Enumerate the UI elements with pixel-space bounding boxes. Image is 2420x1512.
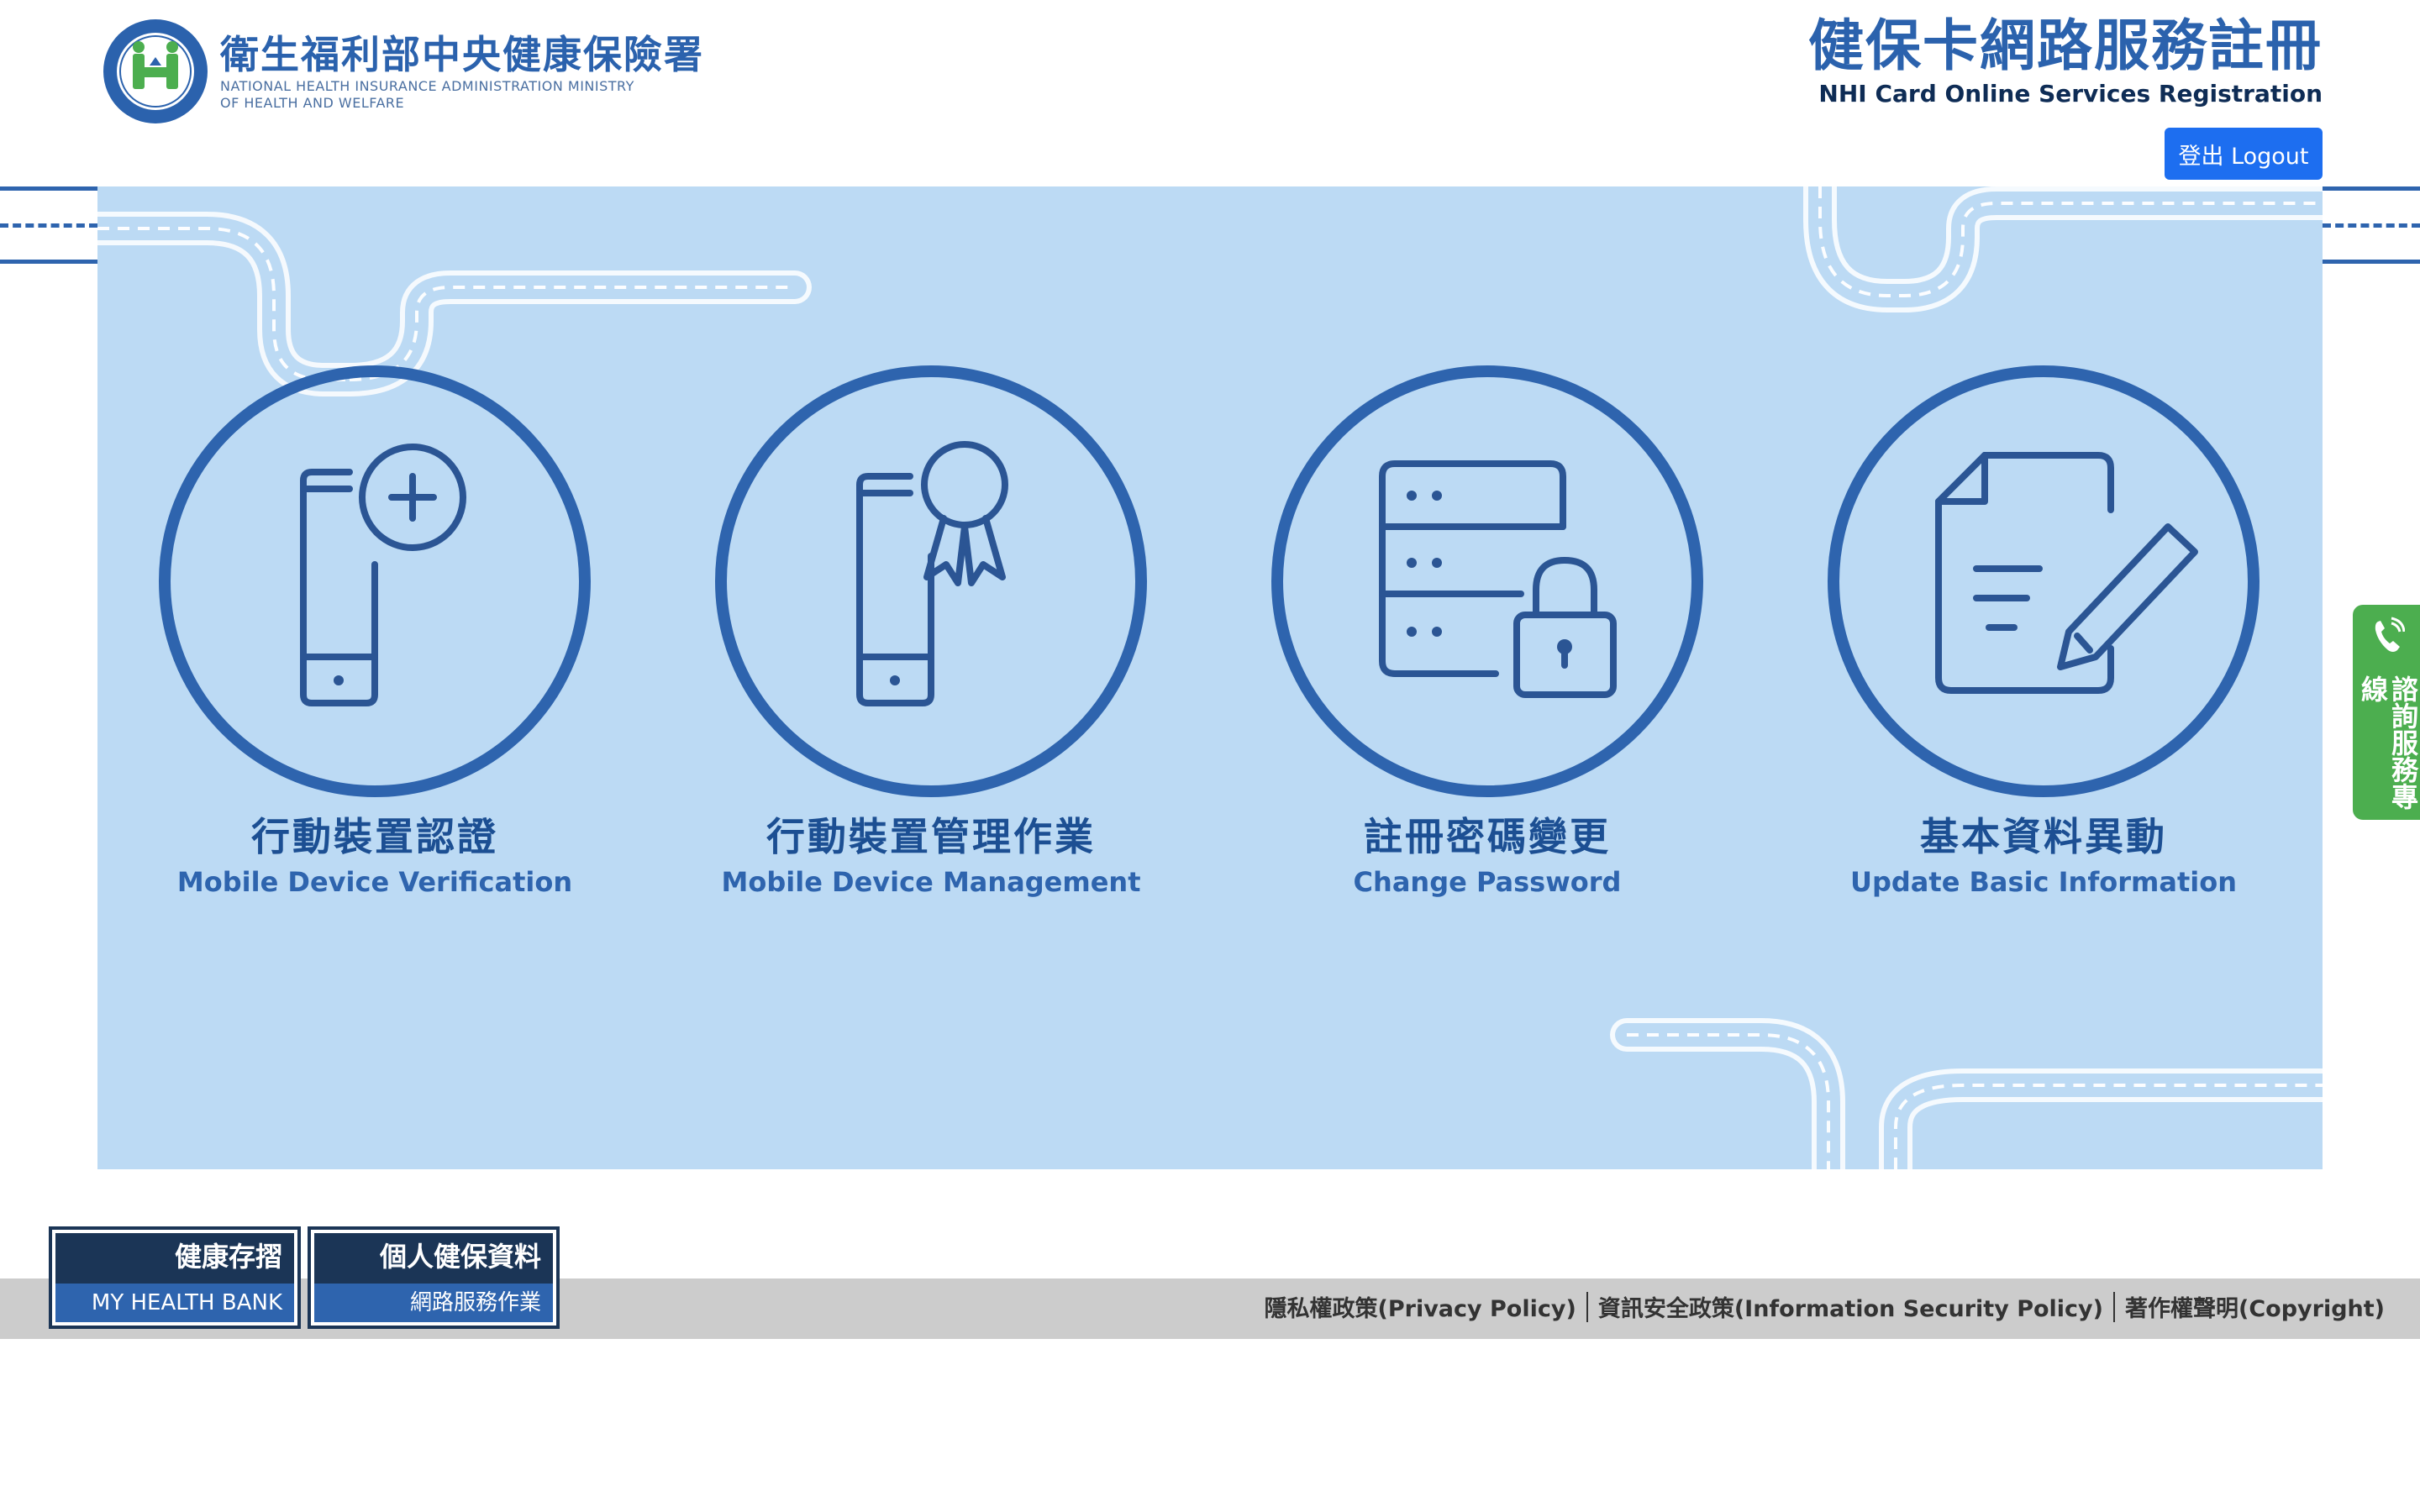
server-lock-icon [1271,365,1703,797]
logout-button[interactable]: 登出 Logout [2165,128,2323,180]
security-policy-link[interactable]: 資訊安全政策(Information Security Policy) [1598,1290,2103,1323]
service-label-en: Change Password [1353,866,1622,898]
site-title: 健保卡網路服務註冊 NHI Card Online Services Regis… [1808,12,2323,108]
services-panel: 行動裝置認證 Mobile Device Verification 行動裝置管理… [97,186,2323,1169]
road-stripe-left [0,186,97,264]
personal-nhi-data-title: 個人健保資料 [314,1233,553,1284]
service-label-en: Update Basic Information [1850,866,2237,898]
my-health-bank-subtitle: MY HEALTH BANK [55,1284,294,1322]
phone-icon [2375,617,2405,652]
service-card-update-info[interactable]: 基本資料異動 Update Basic Information [1791,363,2296,900]
footer-separator [2113,1291,2115,1322]
service-card-change-password[interactable]: 註冊密碼變更 Change Password [1235,363,1739,900]
my-health-bank-link[interactable]: 健康存摺 MY HEALTH BANK [49,1226,301,1329]
my-health-bank-title: 健康存摺 [55,1233,294,1284]
nhi-logo[interactable]: 衛生福利部中央健康保險署 NATIONAL HEALTH INSURANCE A… [101,17,704,126]
logo-subtitle-line2: OF HEALTH AND WELFARE [220,95,405,111]
service-label-zh: 基本資料異動 [1920,814,2167,859]
document-edit-icon [1828,365,2260,797]
service-label-en: Mobile Device Management [721,866,1141,898]
nhi-seal-icon [103,19,208,123]
personal-nhi-data-subtitle: 網路服務作業 [314,1284,553,1322]
service-cards: 行動裝置認證 Mobile Device Verification 行動裝置管理… [97,186,2323,1169]
service-label-en: Mobile Device Verification [176,866,573,898]
personal-nhi-data-link[interactable]: 個人健保資料 網路服務作業 [308,1226,560,1329]
footer-links: 隱私權政策(Privacy Policy) 資訊安全政策(Information… [1265,1290,2385,1323]
service-label-zh: 行動裝置認證 [251,814,498,859]
logo-subtitle-line1: NATIONAL HEALTH INSURANCE ADMINISTRATION… [220,78,634,94]
service-card-mobile-verification[interactable]: 行動裝置認證 Mobile Device Verification [123,363,627,900]
site-title-en: NHI Card Online Services Registration [1818,80,2323,108]
hotline-label: 諮詢服務專線 [2357,675,2419,810]
footer-separator [1586,1291,1588,1322]
logo-title: 衛生福利部中央健康保險署 [220,32,704,77]
privacy-policy-link[interactable]: 隱私權政策(Privacy Policy) [1265,1290,1576,1323]
copyright-link[interactable]: 著作權聲明(Copyright) [2125,1290,2385,1323]
phone-plus-icon [159,365,591,797]
site-title-zh: 健保卡網路服務註冊 [1808,13,2323,78]
road-stripe-right [2323,186,2420,264]
phone-ribbon-icon [715,365,1147,797]
hotline-tab[interactable]: 諮詢服務專線 [2353,605,2420,820]
service-card-mobile-management[interactable]: 行動裝置管理作業 Mobile Device Management [679,363,1183,900]
page: 衛生福利部中央健康保險署 NATIONAL HEALTH INSURANCE A… [0,0,2420,1512]
service-label-zh: 行動裝置管理作業 [766,814,1096,859]
service-label-zh: 註冊密碼變更 [1364,814,1611,859]
